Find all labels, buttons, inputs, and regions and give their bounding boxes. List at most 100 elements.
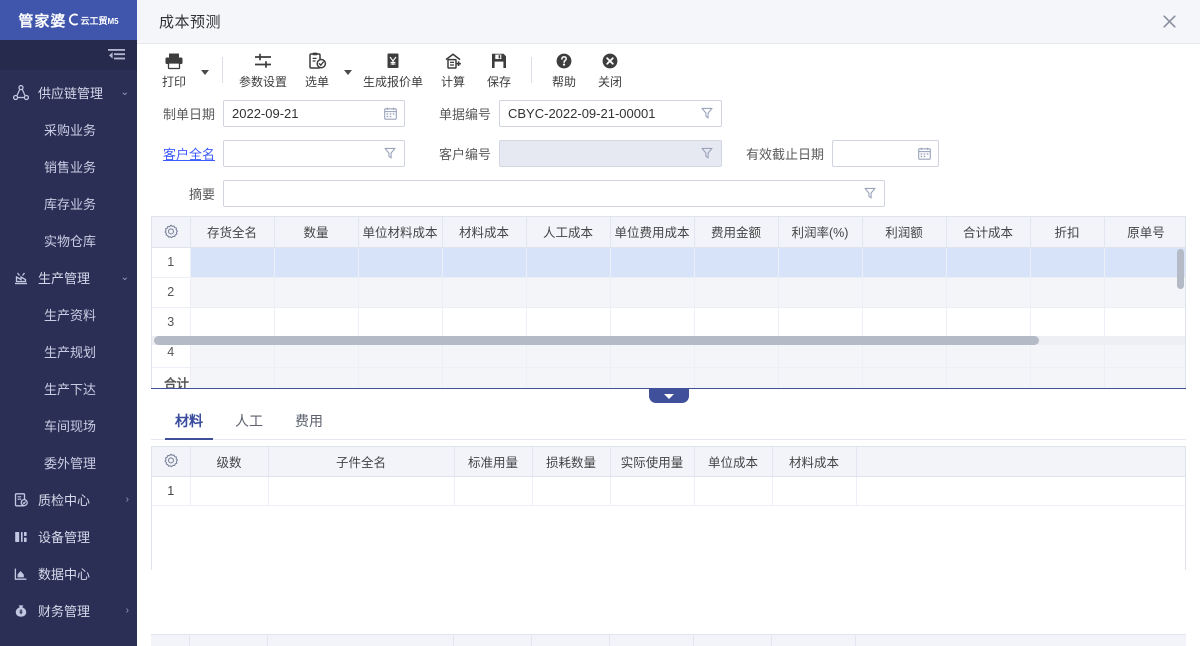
cell[interactable]: [358, 247, 443, 278]
sidebar-item-production-planning[interactable]: 生产规划: [0, 333, 137, 370]
filter-icon[interactable]: [699, 107, 715, 119]
cell[interactable]: [358, 307, 443, 338]
cell[interactable]: [778, 247, 863, 278]
filter-icon[interactable]: [699, 147, 715, 159]
customer-name-label[interactable]: 客户全名: [151, 144, 215, 163]
sidebar-group-equipment[interactable]: 设备管理: [0, 518, 137, 555]
customer-name-field[interactable]: [223, 139, 405, 167]
toolbar-select-order-button[interactable]: 选单: [294, 46, 340, 94]
grid-settings-gear-icon[interactable]: [152, 217, 191, 248]
calendar-icon[interactable]: [382, 107, 398, 120]
collapse-sidebar-icon[interactable]: [108, 48, 125, 63]
sub-grid-col-1[interactable]: 子件全名: [268, 447, 455, 477]
close-icon[interactable]: [1156, 9, 1182, 35]
cell[interactable]: [526, 247, 611, 278]
cell[interactable]: [862, 277, 947, 308]
toolbar-close-button[interactable]: 关闭: [587, 46, 633, 94]
sidebar-item-inventory[interactable]: 库存业务: [0, 185, 137, 222]
select-order-dropdown-caret-icon[interactable]: [340, 46, 356, 94]
toolbar-help-button[interactable]: 帮助: [541, 46, 587, 94]
main-grid-col-6[interactable]: 费用金额: [694, 217, 779, 248]
sidebar-group-supply-chain[interactable]: 供应链管理 ⌄: [0, 74, 137, 111]
sidebar-group-data-center[interactable]: 数据中心: [0, 555, 137, 592]
sidebar-group-production[interactable]: 生产管理 ⌄: [0, 259, 137, 296]
cell[interactable]: [778, 307, 863, 338]
main-grid-col-8[interactable]: 利润额: [862, 217, 947, 248]
cell[interactable]: [694, 247, 779, 278]
cell[interactable]: [946, 277, 1031, 308]
table-row[interactable]: 3: [152, 307, 1185, 338]
main-grid-col-3[interactable]: 材料成本: [442, 217, 527, 248]
sub-grid-col-4[interactable]: 实际使用量: [610, 447, 695, 477]
toolbar-print-button[interactable]: 打印: [151, 46, 197, 94]
cell[interactable]: [946, 307, 1031, 338]
main-grid-col-7[interactable]: 利润率(%): [778, 217, 863, 248]
cell[interactable]: [526, 307, 611, 338]
sub-grid-col-2[interactable]: 标准用量: [454, 447, 533, 477]
cell[interactable]: [442, 307, 527, 338]
cell[interactable]: [190, 307, 275, 338]
cell[interactable]: [532, 476, 611, 506]
cell[interactable]: [268, 476, 455, 506]
main-grid-col-1[interactable]: 数量: [274, 217, 359, 248]
sub-grid-settings-gear-icon[interactable]: [152, 447, 191, 477]
cell[interactable]: [274, 277, 359, 308]
toolbar-parameter-settings-button[interactable]: 参数设置: [232, 46, 294, 94]
cell[interactable]: [610, 277, 695, 308]
toolbar-calculate-button[interactable]: 计算: [430, 46, 476, 94]
cell[interactable]: [1030, 247, 1105, 278]
main-grid-col-2[interactable]: 单位材料成本: [358, 217, 443, 248]
cell[interactable]: [190, 476, 269, 506]
sub-grid-col-5[interactable]: 单位成本: [694, 447, 773, 477]
cell[interactable]: [190, 247, 275, 278]
cell[interactable]: [610, 247, 695, 278]
cell[interactable]: [274, 247, 359, 278]
main-grid-col-5[interactable]: 单位费用成本: [610, 217, 695, 248]
sidebar-group-finance[interactable]: 财务管理 ›: [0, 592, 137, 629]
cell[interactable]: [610, 307, 695, 338]
sidebar-group-quality-check[interactable]: 质检中心 ›: [0, 481, 137, 518]
main-grid-hscroll-thumb[interactable]: [154, 336, 1039, 345]
main-grid-col-10[interactable]: 折扣: [1030, 217, 1105, 248]
sidebar-item-workshop[interactable]: 车间现场: [0, 407, 137, 444]
cell[interactable]: [1104, 307, 1185, 338]
cell[interactable]: [772, 476, 857, 506]
cell[interactable]: [1104, 247, 1185, 278]
tab-labor[interactable]: 人工: [225, 411, 273, 439]
collapse-panel-handle[interactable]: [648, 389, 689, 403]
tab-material[interactable]: 材料: [165, 411, 213, 440]
sidebar-item-outsourcing[interactable]: 委外管理: [0, 444, 137, 481]
cell[interactable]: [862, 307, 947, 338]
sub-grid-col-3[interactable]: 损耗数量: [532, 447, 611, 477]
main-grid-col-4[interactable]: 人工成本: [526, 217, 611, 248]
sidebar-item-sales[interactable]: 销售业务: [0, 148, 137, 185]
cell[interactable]: [454, 476, 533, 506]
sidebar-item-production-release[interactable]: 生产下达: [0, 370, 137, 407]
cell[interactable]: [190, 277, 275, 308]
cell[interactable]: [694, 476, 773, 506]
sub-grid-col-6[interactable]: 材料成本: [772, 447, 857, 477]
table-row[interactable]: 2: [152, 277, 1185, 308]
doc-no-field[interactable]: CBYC-2022-09-21-00001: [499, 99, 722, 127]
filter-icon[interactable]: [382, 147, 398, 159]
main-grid-col-0[interactable]: 存货全名: [190, 217, 275, 248]
print-dropdown-caret-icon[interactable]: [197, 46, 213, 94]
make-date-field[interactable]: 2022-09-21: [223, 99, 405, 127]
cell[interactable]: [526, 277, 611, 308]
cell[interactable]: [946, 247, 1031, 278]
cell[interactable]: [274, 307, 359, 338]
cell[interactable]: [1104, 277, 1185, 308]
cell[interactable]: [442, 277, 527, 308]
toolbar-save-button[interactable]: 保存: [476, 46, 522, 94]
cell[interactable]: [1030, 307, 1105, 338]
main-grid-col-11[interactable]: 原单号: [1104, 217, 1185, 248]
filter-icon[interactable]: [862, 187, 878, 199]
valid-until-field[interactable]: [832, 139, 939, 167]
cell[interactable]: [442, 247, 527, 278]
main-grid-vscroll-thumb[interactable]: [1177, 249, 1184, 289]
cell[interactable]: [862, 247, 947, 278]
table-row[interactable]: 1: [152, 247, 1185, 278]
toolbar-generate-quotation-button[interactable]: 生成报价单: [356, 46, 430, 94]
sub-grid-col-0[interactable]: 级数: [190, 447, 269, 477]
list-item[interactable]: 1: [152, 476, 1185, 506]
